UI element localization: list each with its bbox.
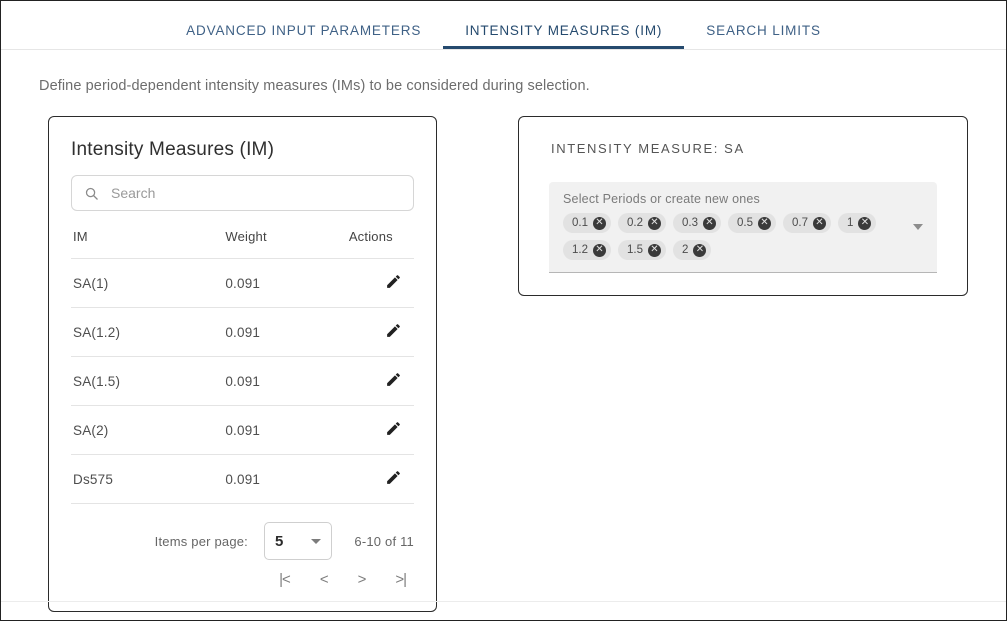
- column-header-actions: Actions: [348, 229, 393, 244]
- period-chip[interactable]: 0.1 ✕: [563, 213, 611, 233]
- items-per-page-value: 5: [275, 532, 284, 550]
- cell-actions: [348, 405, 414, 455]
- first-page-button[interactable]: |<: [273, 568, 296, 591]
- period-chip-label: 0.5: [737, 217, 753, 229]
- chip-remove-icon[interactable]: ✕: [693, 243, 707, 257]
- next-page-button[interactable]: >: [352, 568, 372, 591]
- period-chip-label: 0.7: [792, 217, 808, 229]
- table-row: SA(1.2) 0.091: [71, 307, 414, 357]
- cell-im: SA(1): [71, 258, 226, 308]
- column-header-im: IM: [73, 229, 88, 244]
- cell-actions: [348, 454, 414, 504]
- period-chip-label: 0.1: [572, 217, 588, 229]
- period-chip-label: 1: [847, 217, 854, 229]
- app-window: ADVANCED INPUT PARAMETERS INTENSITY MEAS…: [0, 0, 1007, 621]
- paginator: Items per page: 5 6-10 of 11 |< < > >|: [71, 522, 414, 591]
- page-description: Define period-dependent intensity measur…: [39, 78, 590, 94]
- period-chip[interactable]: 0.7 ✕: [783, 213, 831, 233]
- paginator-nav-row: |< < > >|: [273, 568, 414, 591]
- edit-icon-button[interactable]: [385, 420, 402, 437]
- left-column: Intensity Measures (IM) IM Wei: [48, 116, 437, 612]
- period-chip[interactable]: 1 ✕: [838, 213, 877, 233]
- period-chip[interactable]: 0.2 ✕: [618, 213, 666, 233]
- period-chip[interactable]: 2 ✕: [673, 240, 712, 260]
- cell-im: SA(2): [71, 405, 226, 455]
- column-header-weight: Weight: [225, 229, 267, 244]
- table-row: SA(2) 0.091: [71, 405, 414, 455]
- footer-divider: [1, 601, 1006, 602]
- intensity-measure-header: INTENSITY MEASURE: SA: [551, 141, 745, 156]
- period-chip[interactable]: 0.3 ✕: [673, 213, 721, 233]
- cell-actions: [348, 356, 414, 406]
- periods-chip-list: 0.1 ✕ 0.2 ✕ 0.3 ✕ 0.5 ✕ 0.7 ✕ 1 ✕ 1.2 ✕ …: [563, 213, 923, 266]
- period-chip-label: 0.3: [682, 217, 698, 229]
- period-chip[interactable]: 1.5 ✕: [618, 240, 666, 260]
- right-column: INTENSITY MEASURE: SA Select Periods or …: [518, 116, 968, 296]
- chip-remove-icon[interactable]: ✕: [648, 216, 661, 230]
- edit-icon-button[interactable]: [385, 469, 402, 486]
- periods-select-field[interactable]: Select Periods or create new ones 0.1 ✕ …: [549, 182, 937, 273]
- intensity-measure-detail-card: INTENSITY MEASURE: SA Select Periods or …: [518, 116, 968, 296]
- chevron-down-icon: [311, 538, 321, 544]
- tab-advanced-input-parameters[interactable]: ADVANCED INPUT PARAMETERS: [164, 23, 443, 50]
- tab-intensity-measures[interactable]: INTENSITY MEASURES (IM): [443, 23, 685, 50]
- edit-icon-button[interactable]: [385, 273, 402, 290]
- cell-actions: [348, 258, 414, 308]
- chip-remove-icon[interactable]: ✕: [813, 216, 826, 230]
- items-per-page-label: Items per page:: [154, 533, 248, 549]
- cell-im: Ds575: [71, 454, 226, 504]
- card-title: Intensity Measures (IM): [71, 139, 275, 160]
- chip-remove-icon[interactable]: ✕: [648, 243, 661, 257]
- im-table-body: SA(1) 0.091 SA(1.2) 0.091 SA(1.5) 0.091 …: [71, 258, 414, 504]
- table-header-row: IM Weight Actions: [71, 229, 414, 259]
- period-chip-label: 1.5: [627, 244, 643, 256]
- paginator-top-row: Items per page: 5 6-10 of 11: [155, 522, 414, 560]
- search-input[interactable]: [109, 184, 401, 202]
- previous-page-button[interactable]: <: [314, 568, 334, 591]
- last-page-button[interactable]: >|: [389, 568, 412, 591]
- chip-remove-icon[interactable]: ✕: [593, 243, 606, 257]
- cell-weight: 0.091: [225, 356, 349, 406]
- cell-weight: 0.091: [225, 258, 349, 308]
- tab-bar: ADVANCED INPUT PARAMETERS INTENSITY MEAS…: [1, 1, 1006, 50]
- chip-remove-icon[interactable]: ✕: [758, 216, 771, 230]
- period-chip-label: 2: [682, 244, 689, 256]
- edit-icon-button[interactable]: [385, 322, 402, 339]
- im-table-head: IM Weight Actions: [71, 229, 414, 259]
- table-row: SA(1) 0.091: [71, 258, 414, 308]
- chip-remove-icon[interactable]: ✕: [593, 216, 606, 230]
- edit-icon-button[interactable]: [385, 371, 402, 388]
- cell-weight: 0.091: [225, 454, 349, 504]
- period-chip[interactable]: 0.5 ✕: [728, 213, 776, 233]
- search-field[interactable]: [71, 175, 414, 211]
- cell-actions: [348, 307, 414, 357]
- table-row: SA(1.5) 0.091: [71, 356, 414, 406]
- table-row: Ds575 0.091: [71, 454, 414, 504]
- items-per-page-select[interactable]: 5: [264, 522, 332, 560]
- search-icon: [84, 186, 99, 201]
- cell-im: SA(1.2): [71, 307, 226, 357]
- pagination-range-label: 6-10 of 11: [354, 533, 414, 549]
- tab-search-limits[interactable]: SEARCH LIMITS: [684, 23, 843, 50]
- cell-weight: 0.091: [225, 307, 349, 357]
- chevron-down-icon[interactable]: [913, 224, 923, 230]
- chip-remove-icon[interactable]: ✕: [858, 216, 872, 230]
- im-table: IM Weight Actions SA(1) 0.091 SA(1.2) 0.…: [71, 229, 414, 504]
- period-chip[interactable]: 1.2 ✕: [563, 240, 611, 260]
- content-columns: Intensity Measures (IM) IM Wei: [1, 94, 1006, 612]
- period-chip-label: 1.2: [572, 244, 588, 256]
- intensity-measures-card: Intensity Measures (IM) IM Wei: [48, 116, 437, 612]
- cell-weight: 0.091: [225, 405, 349, 455]
- periods-field-label: Select Periods or create new ones: [563, 192, 760, 206]
- chip-remove-icon[interactable]: ✕: [703, 216, 716, 230]
- period-chip-label: 0.2: [627, 217, 643, 229]
- cell-im: SA(1.5): [71, 356, 226, 406]
